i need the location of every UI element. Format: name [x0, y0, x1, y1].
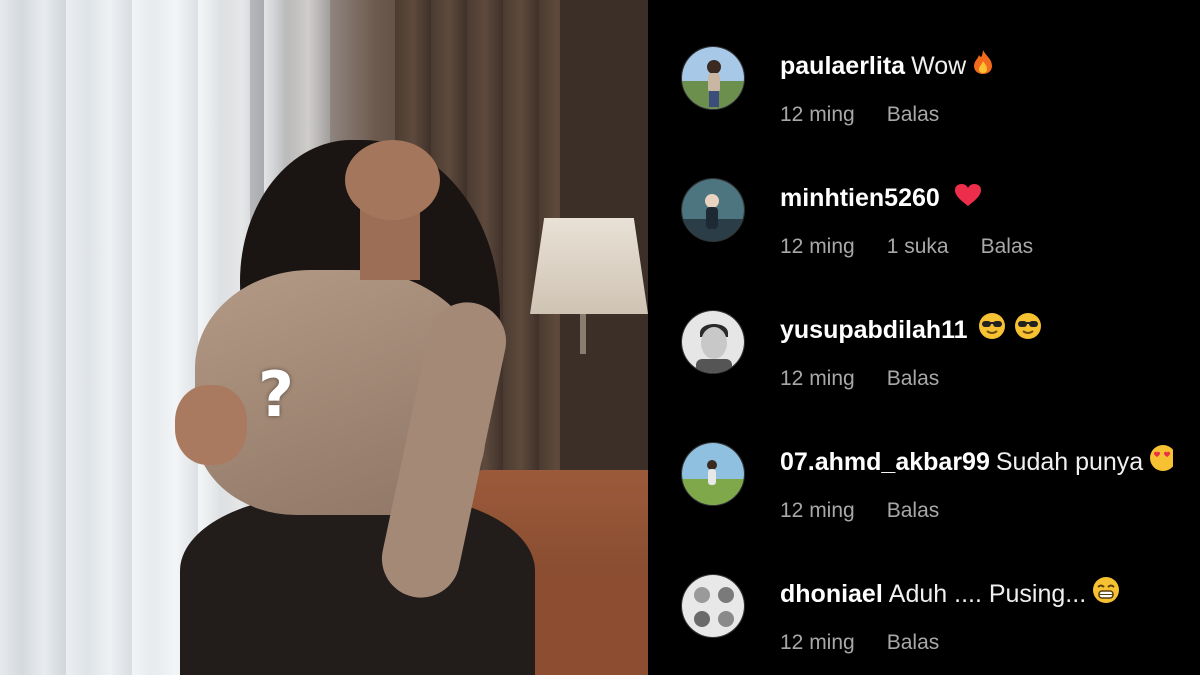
avatar-image [682, 311, 744, 373]
comment-line: dhoniael Aduh .... Pusing... [780, 576, 1120, 612]
comment-item: minhtien5260 12 ming 1 suka Balas [648, 132, 1200, 264]
avatar-image [682, 47, 744, 109]
reply-button[interactable]: Balas [887, 499, 940, 522]
grinning-face-icon [1092, 576, 1120, 614]
avatar-image [682, 179, 744, 241]
reply-button[interactable]: Balas [887, 103, 940, 126]
comment-item: yusupabdilah11 12 ming Balas [648, 264, 1200, 396]
comment-username[interactable]: paulaerlita [780, 52, 905, 80]
avatar[interactable] [681, 310, 745, 374]
post-photo[interactable]: ? [0, 0, 648, 675]
comment-meta: 12 ming Balas [780, 100, 971, 130]
comment-line: 07.ahmd_akbar99 Sudah punya [780, 444, 1177, 482]
avatar[interactable] [681, 178, 745, 242]
avatar[interactable] [681, 442, 745, 506]
comment-meta: 12 ming Balas [780, 364, 971, 394]
person-skirt [180, 495, 535, 675]
sunglasses-face-icon [1014, 312, 1042, 350]
comments-panel: paulaerlita Wow 12 ming Balas minhtien5260… [648, 0, 1200, 675]
person-hand [175, 385, 247, 465]
comment-time: 12 ming [780, 103, 855, 126]
avatar[interactable] [681, 574, 745, 638]
heart-eyes-face-icon [1149, 444, 1177, 482]
avatar-image [682, 443, 744, 505]
comment-text: Aduh .... Pusing... [888, 580, 1087, 608]
comment-time: 12 ming [780, 367, 855, 390]
comment-username[interactable]: yusupabdilah11 [780, 316, 968, 344]
reply-button[interactable]: Balas [981, 235, 1034, 258]
sunglasses-face-icon [978, 312, 1006, 350]
comment-time: 12 ming [780, 499, 855, 522]
comment-item: 07.ahmd_akbar99 Sudah punya 12 ming Balas [648, 396, 1200, 528]
comment-text: Wow [911, 52, 967, 80]
comment-meta: 12 ming 1 suka Balas [780, 232, 1065, 262]
comment-line: paulaerlita Wow [780, 48, 994, 84]
avatar[interactable] [681, 46, 745, 110]
comment-time: 12 ming [780, 235, 855, 258]
lamp-stem [580, 314, 586, 354]
comment-meta: 12 ming Balas [780, 496, 971, 526]
lamp-shade [530, 218, 648, 314]
comment-username[interactable]: dhoniael [780, 580, 883, 608]
comment-username[interactable]: minhtien5260 [780, 184, 940, 212]
reply-button[interactable]: Balas [887, 367, 940, 390]
like-count[interactable]: 1 suka [887, 235, 949, 258]
comment-time: 12 ming [780, 631, 855, 654]
reply-button[interactable]: Balas [887, 631, 940, 654]
comment-meta: 12 ming Balas [780, 628, 971, 658]
comment-line: minhtien5260 [780, 180, 982, 216]
question-mark-overlay: ? [258, 358, 294, 431]
comment-username[interactable]: 07.ahmd_akbar99 [780, 448, 990, 476]
person-face [345, 140, 440, 220]
comment-item: paulaerlita Wow 12 ming Balas [648, 0, 1200, 132]
comment-line: yusupabdilah11 [780, 312, 1042, 348]
comment-item: dhoniael Aduh .... Pusing... 12 ming Balas [648, 528, 1200, 660]
fire-icon [972, 49, 994, 85]
heart-icon [954, 181, 982, 217]
comment-text: Sudah punya [995, 448, 1144, 476]
avatar-image [682, 575, 744, 637]
